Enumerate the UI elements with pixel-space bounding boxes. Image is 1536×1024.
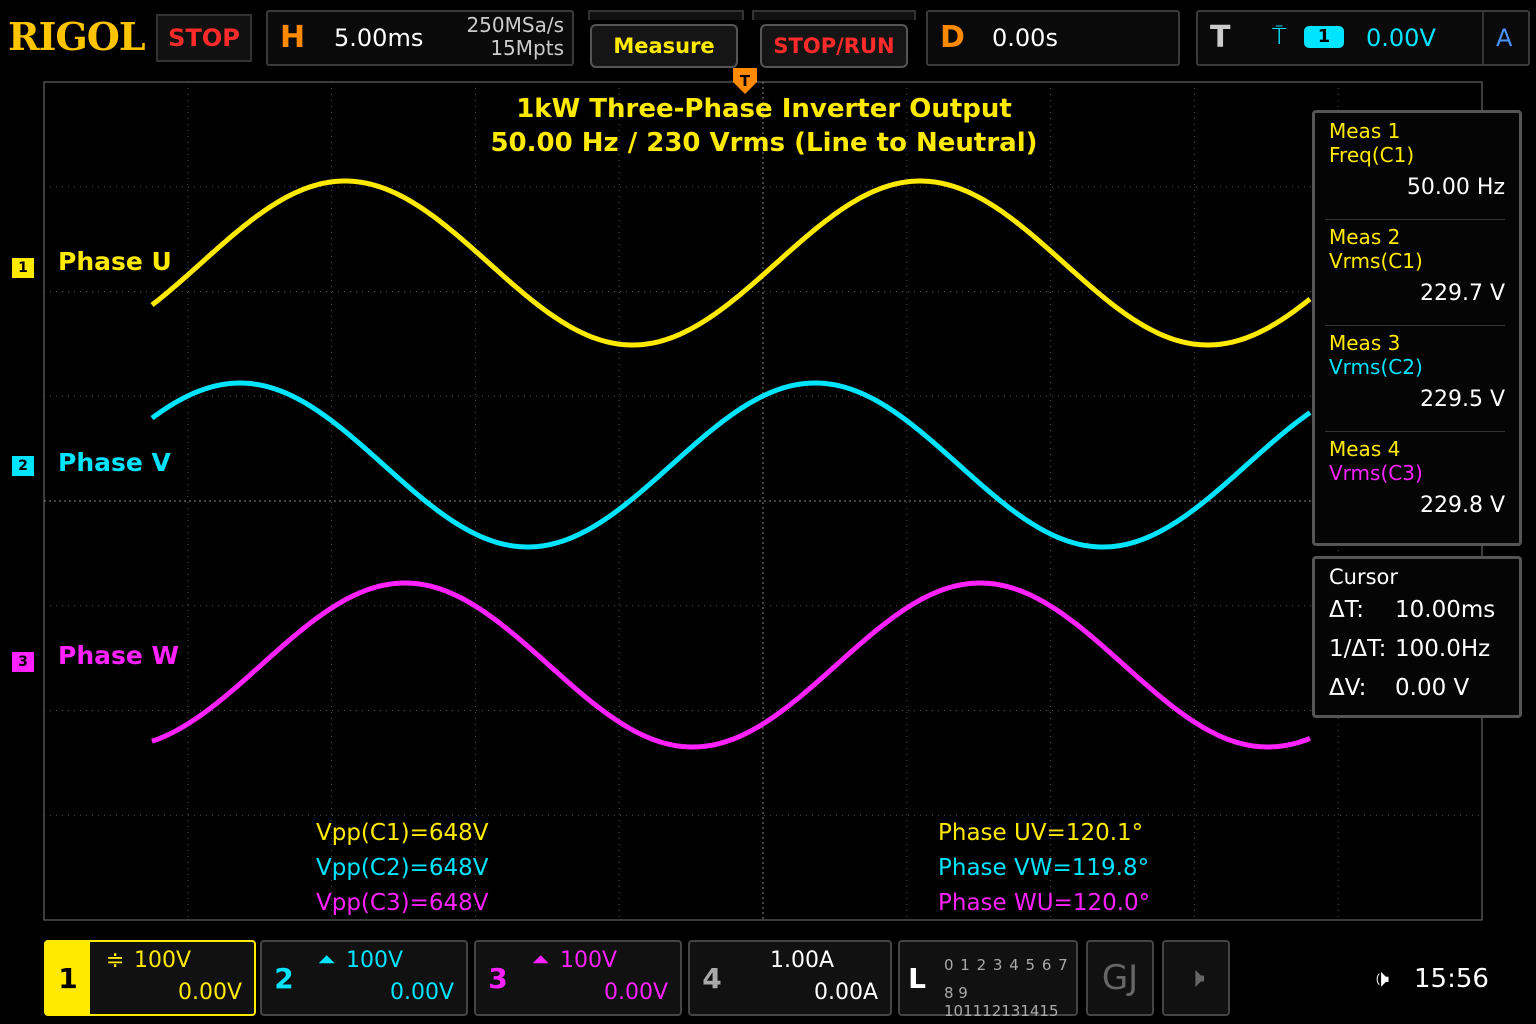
ch2-settings[interactable]: 2 ⏶ 100V 0.00V <box>260 940 468 1016</box>
cursor-dt-label: ΔT: <box>1329 597 1365 623</box>
clock: 15:56 <box>1414 964 1489 994</box>
screen-subtitle: 50.00 Hz / 230 Vrms (Line to Neutral) <box>490 128 1038 158</box>
trigger-position-marker[interactable]: T <box>733 68 757 94</box>
meas-1-value: 50.00 Hz <box>1406 175 1505 200</box>
cursor-dt-value: 10.00ms <box>1395 597 1496 623</box>
cursor-panel[interactable]: Cursor ΔT: 10.00ms 1/ΔT: 100.0Hz ΔV: 0.0… <box>1312 556 1522 718</box>
ch4-scale: 1.00A <box>770 948 835 973</box>
ch1-settings[interactable]: 1 ≑ 100V 0.00V <box>44 940 256 1016</box>
ch3-coupling-icon: ⏶ <box>532 948 550 973</box>
ch2-coupling-icon: ⏶ <box>318 948 336 973</box>
meas-2-name: Vrms(C1) <box>1329 249 1423 273</box>
trace-ch3 <box>151 580 1311 750</box>
logic-digits-high: 8 9 101112131415 <box>944 984 1059 1020</box>
meas-2-title: Meas 2 <box>1329 225 1401 249</box>
trace-ch1 <box>150 178 1312 348</box>
meas-4-value: 229.8 V <box>1419 493 1505 518</box>
trigger-marker-label: T <box>740 72 751 90</box>
vpp-c3: Vpp(C3)=648V <box>316 890 489 916</box>
ch1-number: 1 <box>46 942 90 1014</box>
speaker-icon[interactable]: 🕩 <box>1374 964 1389 992</box>
cursor-dv-label: ΔV: <box>1329 675 1367 701</box>
cursor-inv-value: 100.0Hz <box>1395 636 1491 662</box>
ch2-scale: 100V <box>346 948 404 973</box>
ch2-marker[interactable]: 2 <box>12 456 34 476</box>
ch2-label: Phase V <box>58 448 171 477</box>
logic-digits-low: 0 1 2 3 4 5 6 7 <box>944 956 1069 974</box>
meas-3-title: Meas 3 <box>1329 331 1401 355</box>
divider <box>1325 325 1505 326</box>
logic-letter: L <box>908 961 926 995</box>
ch2-number: 2 <box>274 961 294 995</box>
ch4-settings[interactable]: 4 1.00A 0.00A <box>688 940 892 1016</box>
ch2-offset: 0.00V <box>389 980 454 1005</box>
phase-wu: Phase WU=120.0° <box>938 890 1151 916</box>
divider <box>1325 431 1505 432</box>
ch1-scale: 100V <box>134 948 192 973</box>
ch1-coupling-icon: ≑ <box>106 948 125 973</box>
ch3-marker[interactable]: 3 <box>12 652 34 672</box>
ch3-scale: 100V <box>560 948 618 973</box>
ch4-number: 4 <box>702 961 722 995</box>
ch1-offset: 0.00V <box>177 980 242 1005</box>
cursor-inv-label: 1/ΔT: <box>1329 636 1387 662</box>
meas-3-value: 229.5 V <box>1419 387 1505 412</box>
phase-vw: Phase VW=119.8° <box>938 855 1150 881</box>
ch1-marker[interactable]: 1 <box>12 258 34 278</box>
screen-title: 1kW Three-Phase Inverter Output <box>516 94 1012 124</box>
meas-4-title: Meas 4 <box>1329 437 1401 461</box>
ch4-offset: 0.00A <box>813 980 878 1005</box>
graticule <box>43 81 1483 921</box>
ch3-settings[interactable]: 3 ⏶ 100V 0.00V <box>474 940 682 1016</box>
logic-analyzer-panel[interactable]: L 0 1 2 3 4 5 6 7 8 9 101112131415 <box>898 940 1078 1020</box>
meas-1[interactable]: Meas 1 Freq(C1) 50.00 Hz <box>1329 119 1505 200</box>
phase-uv: Phase UV=120.1° <box>938 820 1144 846</box>
meas-3[interactable]: Meas 3 Vrms(C2) 229.5 V <box>1329 331 1505 412</box>
traces <box>150 178 1312 750</box>
ch3-offset: 0.00V <box>603 980 668 1005</box>
ch1-label: Phase U <box>58 247 172 276</box>
meas-2[interactable]: Meas 2 Vrms(C1) 229.7 V <box>1329 225 1505 306</box>
usb-speaker-icon[interactable]: 🕨 <box>1162 940 1230 1016</box>
meas-4[interactable]: Meas 4 Vrms(C3) 229.8 V <box>1329 437 1505 518</box>
function-gen-icon[interactable]: GJ <box>1086 940 1154 1016</box>
meas-3-name: Vrms(C2) <box>1329 355 1423 379</box>
meas-4-name: Vrms(C3) <box>1329 461 1423 485</box>
divider <box>1325 219 1505 220</box>
ch3-number: 3 <box>488 961 508 995</box>
measurement-panel[interactable]: Meas 1 Freq(C1) 50.00 Hz Meas 2 Vrms(C1)… <box>1312 110 1522 546</box>
ch3-label: Phase W <box>58 641 180 670</box>
meas-2-value: 229.7 V <box>1419 281 1505 306</box>
meas-1-name: Freq(C1) <box>1329 143 1415 167</box>
trace-ch2 <box>150 380 1312 550</box>
meas-1-title: Meas 1 <box>1329 119 1401 143</box>
vpp-c2: Vpp(C2)=648V <box>316 855 489 881</box>
cursor-dv-value: 0.00 V <box>1395 675 1470 701</box>
cursor-title: Cursor <box>1329 565 1399 589</box>
vpp-c1: Vpp(C1)=648V <box>316 820 489 846</box>
